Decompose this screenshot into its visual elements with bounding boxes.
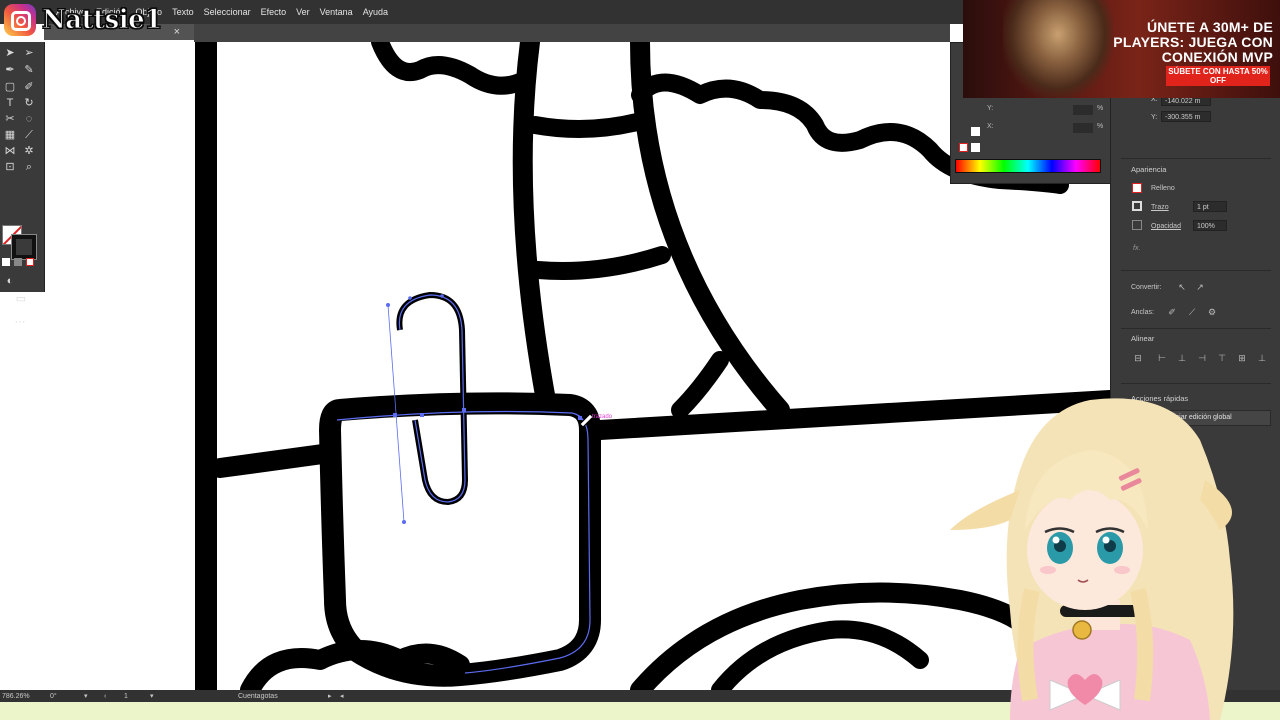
fill-none-icon[interactable]	[1132, 183, 1142, 193]
ad-headline: ÚNETE A 30M+ DE PLAYERS: JUEGA CON CONEX…	[1113, 19, 1273, 65]
appearance-title: Apariencia	[1131, 165, 1167, 174]
vtuber-avatar	[950, 398, 1234, 720]
menu-ventana[interactable]: Ventana	[320, 7, 353, 17]
menu-seleccionar[interactable]: Seleccionar	[204, 7, 251, 17]
direct-selection-tool-icon[interactable]: ➢	[22, 46, 36, 60]
opacity-icon	[1132, 220, 1142, 230]
brush-tool-icon[interactable]: ✐	[22, 80, 36, 94]
menu-ver[interactable]: Ver	[296, 7, 310, 17]
y-label: Y:	[987, 105, 994, 112]
cursor-hint: trazado	[592, 414, 613, 420]
symbol-tool-icon[interactable]: ✲	[22, 144, 36, 158]
align-to-icon[interactable]: ⊟	[1133, 353, 1143, 363]
streamer-handle: Nattsie1	[42, 5, 163, 36]
fill-color-chip[interactable]	[971, 127, 980, 136]
y-field[interactable]	[1073, 105, 1093, 115]
cut-path-icon[interactable]: ⟋	[1187, 307, 1197, 317]
instagram-icon	[4, 4, 36, 36]
more-tools-icon[interactable]: ···	[10, 315, 30, 329]
x-pct: %	[1097, 123, 1104, 130]
convert-smooth-icon[interactable]: ↗	[1195, 282, 1205, 292]
lasso-tool-icon[interactable]: ◌	[22, 112, 36, 126]
color-mode-icon[interactable]	[2, 258, 10, 266]
draw-mode-icon[interactable]: ◐	[3, 274, 17, 288]
knight-image	[1003, 0, 1113, 98]
align-left-icon[interactable]: ⊢	[1157, 353, 1167, 363]
rectangle-tool-icon[interactable]: ▢	[3, 80, 17, 94]
align-title: Alinear	[1131, 334, 1155, 343]
y-coordinate-field[interactable]: -300.355 m	[1161, 111, 1211, 122]
play-icon[interactable]: ▸	[328, 692, 332, 700]
stroke-weight-field[interactable]: 1 pt	[1193, 201, 1227, 212]
opacity-field[interactable]: 100%	[1193, 220, 1227, 231]
zoom-tool-icon[interactable]: ⌕	[22, 160, 36, 174]
opacity-label[interactable]: Opacidad	[1151, 223, 1181, 230]
rotate-tool-icon[interactable]: ↻	[22, 96, 36, 110]
menu-ayuda[interactable]: Ayuda	[363, 7, 388, 17]
blend-tool-icon[interactable]: ⋈	[3, 144, 17, 158]
none-color-chip[interactable]	[959, 143, 968, 152]
remove-anchor-icon[interactable]: ✐	[1167, 307, 1177, 317]
align-top-icon[interactable]: ⊤	[1217, 353, 1227, 363]
menu-efecto[interactable]: Efecto	[261, 7, 287, 17]
fill-label[interactable]: Relleno	[1151, 185, 1175, 192]
stroke-label[interactable]: Trazo	[1151, 204, 1169, 211]
stroke-swatch-icon[interactable]	[11, 234, 37, 260]
anchors-label: Anclas:	[1131, 309, 1154, 316]
back-icon[interactable]: ◂	[340, 692, 344, 700]
scissors-tool-icon[interactable]: ✂	[3, 112, 17, 126]
x-label: X:	[987, 123, 994, 130]
y-label: Y:	[1151, 114, 1158, 121]
artboard-tool-icon[interactable]: ⊡	[3, 160, 17, 174]
screen-mode-icon[interactable]: ▭	[14, 292, 28, 306]
pen-tool-icon[interactable]: ✒	[3, 63, 17, 77]
selection-tool-icon[interactable]: ➤	[3, 46, 17, 60]
gradient-mode-icon[interactable]	[14, 258, 22, 266]
convert-corner-icon[interactable]: ↖	[1177, 282, 1187, 292]
rotation-value[interactable]: 0°	[50, 693, 57, 700]
tab-close-icon[interactable]: ×	[174, 26, 180, 38]
align-right-icon[interactable]: ⊣	[1197, 353, 1207, 363]
ad-cta-button[interactable]: SÚBETE CON HASTA 50% OFF	[1166, 66, 1270, 86]
type-tool-icon[interactable]: T	[3, 96, 17, 110]
artboard-prev-icon[interactable]: ‹	[104, 693, 106, 700]
stroke-icon[interactable]	[1132, 201, 1142, 211]
none-mode-icon[interactable]	[26, 258, 34, 266]
streamer-brand: Nattsie1	[4, 4, 163, 36]
white-color-chip[interactable]	[971, 143, 980, 152]
eyedropper-tool-icon[interactable]: ⟋	[22, 128, 36, 142]
align-hcenter-icon[interactable]: ⊥	[1177, 353, 1187, 363]
fx-button[interactable]: fx.	[1133, 245, 1140, 252]
align-vcenter-icon[interactable]: ⊞	[1237, 353, 1247, 363]
align-bottom-icon[interactable]: ⊥	[1257, 353, 1267, 363]
ad-banner[interactable]: ÚNETE A 30M+ DE PLAYERS: JUEGA CON CONEX…	[963, 0, 1280, 98]
color-spectrum[interactable]	[955, 159, 1101, 173]
current-tool: Cuentagotas	[238, 692, 278, 700]
zoom-level[interactable]: 786.26%	[2, 693, 30, 700]
tools-panel: ➤ ➢ ✒ ✎ ▢ ✐ T ↻ ✂ ◌ ▦ ⟋ ⋈ ✲ ⊡ ⌕ ◐ ▭ ···	[0, 42, 45, 328]
document-tab-bar	[194, 24, 950, 42]
menu-texto[interactable]: Texto	[172, 7, 194, 17]
x-field[interactable]	[1073, 123, 1093, 133]
artboard-dropdown-icon[interactable]: ▾	[150, 692, 154, 700]
gradient-tool-icon[interactable]: ▦	[3, 128, 17, 142]
y-pct: %	[1097, 105, 1104, 112]
chevron-down-icon[interactable]: ▾	[84, 692, 88, 700]
curvature-tool-icon[interactable]: ✎	[22, 63, 36, 77]
anchor-options-icon[interactable]: ⚙	[1207, 307, 1217, 317]
convert-label: Convertir:	[1131, 284, 1162, 291]
artboard-number[interactable]: 1	[124, 693, 128, 700]
